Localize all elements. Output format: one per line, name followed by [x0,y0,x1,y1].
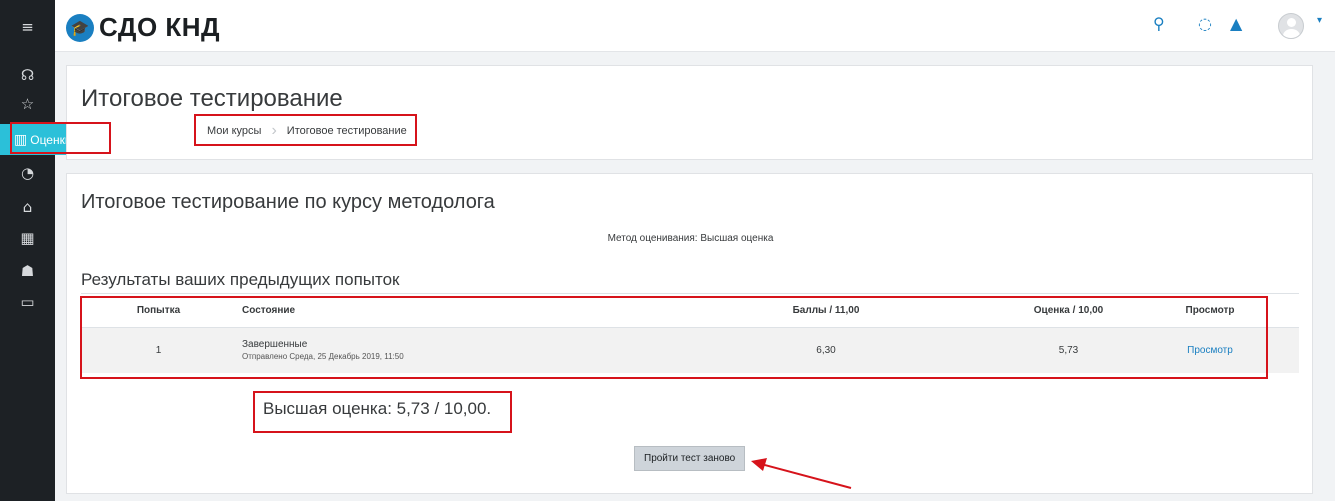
quiz-title: Итоговое тестирование по курсу методолог… [81,191,495,213]
col-grade: Оценка / 10,00 [1016,295,1121,328]
table-row: 1 Завершенные Отправлено Среда, 25 Декаб… [81,327,1299,373]
attempt-points: 6,30 [636,327,1016,373]
bell-icon[interactable]: ▲ [1230,14,1242,33]
grades-book-icon: ▥ [14,131,28,148]
home-icon[interactable]: ⌂ [0,194,55,220]
review-cell: Просмотр [1121,327,1299,373]
avatar[interactable] [1278,13,1304,39]
submitted-text: Отправлено Среда, 25 Декабрь 2019, 11:50 [242,352,404,362]
retake-quiz-button[interactable]: Пройти тест заново [634,446,746,471]
calendar-icon[interactable]: ▦ [0,225,55,251]
attempts-table: Попытка Состояние Баллы / 11,00 Оценка /… [81,295,1299,373]
breadcrumb-current[interactable]: Итоговое тестирование [277,125,417,137]
chat-icon[interactable]: ◌ [1198,14,1212,33]
breadcrumb-my-courses[interactable]: Мои курсы [197,125,271,137]
hamburger-icon[interactable]: ≡ [0,14,55,40]
attempt-grade: 5,73 [1016,327,1121,373]
dashboard-icon[interactable]: ◔ [0,160,55,186]
page-header: Итоговое тестирование Мои курсы › Итогов… [66,65,1313,160]
star-icon[interactable]: ☆ [0,91,55,117]
attempts-heading: Результаты ваших предыдущих попыток [81,270,400,289]
top-navbar: 🎓 СДО КНД ⚲ ◌ ▲ ▾ [55,0,1335,52]
page-title: Итоговое тестирование [81,85,343,112]
state-text: Завершенные [242,339,308,351]
badges-icon[interactable]: ☊ [0,62,55,88]
chevron-down-icon[interactable]: ▾ [1317,15,1322,26]
table-header-row: Попытка Состояние Баллы / 11,00 Оценка /… [81,295,1299,328]
site-logo[interactable]: 🎓 СДО КНД [66,12,220,43]
breadcrumb: Мои курсы › Итоговое тестирование [197,116,417,146]
col-state: Состояние [236,295,636,328]
divider [81,293,1299,294]
folder-icon[interactable]: ▭ [0,289,55,315]
review-link[interactable]: Просмотр [1187,345,1233,356]
col-attempt: Попытка [81,295,236,328]
grading-method: Метод оценивания: Высшая оценка [607,233,774,244]
sidebar: ≡ ☊ ☆ ◔ ⌂ ▦ ☗ ▭ [0,0,55,501]
graduation-cap-icon[interactable]: ☗ [0,258,55,284]
graduation-cap-icon: 🎓 [66,13,94,42]
site-name: СДО КНД [99,12,221,42]
attempt-state: Завершенные Отправлено Среда, 25 Декабрь… [236,327,636,373]
attempt-number: 1 [81,327,236,373]
col-review: Просмотр [1121,295,1299,328]
col-points: Баллы / 11,00 [636,295,1016,328]
annotation-arrow [751,458,852,489]
highest-grade: Высшая оценка: 5,73 / 10,00. [263,399,492,418]
quiz-card: Итоговое тестирование по курсу методолог… [66,173,1313,494]
search-icon[interactable]: ⚲ [1153,14,1165,33]
